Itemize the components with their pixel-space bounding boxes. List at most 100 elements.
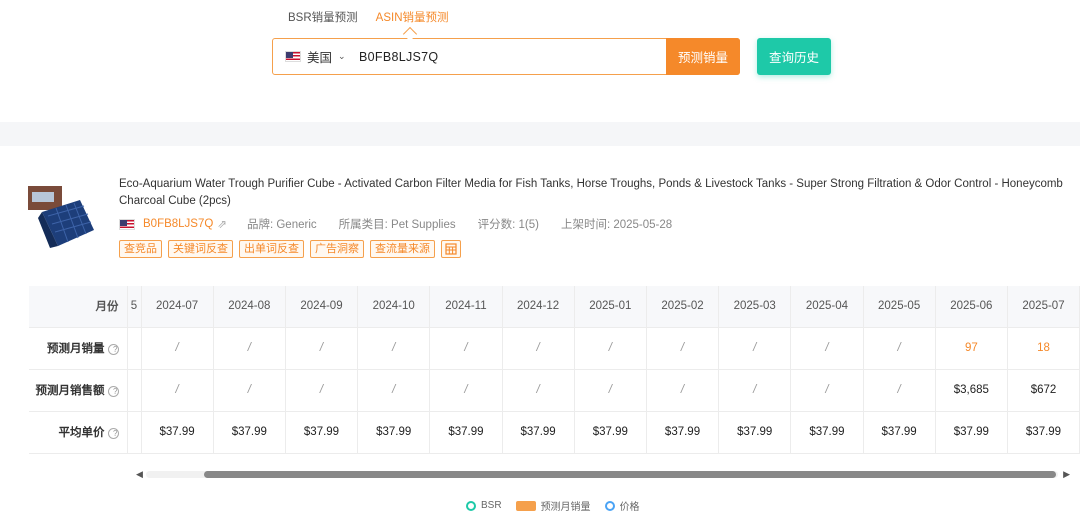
- hidden-column-edge: [127, 369, 142, 412]
- month-cell: 2024-10: [357, 286, 431, 328]
- month-cell: 2024-12: [502, 286, 575, 328]
- table-cell: /: [429, 327, 503, 370]
- tag-ad-insight[interactable]: 广告洞察: [310, 240, 364, 258]
- row-label-monthly-revenue: 预测月销售额?: [29, 369, 128, 412]
- table-cell: $37.99: [863, 411, 936, 454]
- us-flag-icon: [285, 51, 301, 62]
- horizontal-scrollbar[interactable]: ◀ ▶: [132, 467, 1072, 481]
- help-icon[interactable]: ?: [107, 344, 119, 355]
- month-cell: 2025-01: [574, 286, 647, 328]
- table-header-row: 月份 5 2024-07 2024-08 2024-09 2024-10 202…: [29, 286, 1080, 328]
- asin-link[interactable]: B0FB8LJS7Q: [143, 218, 213, 230]
- table-cell: /: [357, 369, 431, 412]
- month-cell: 2025-06: [935, 286, 1009, 328]
- month-cell: 2025-05: [863, 286, 936, 328]
- listed-date-text: 上架时间: 2025-05-28: [560, 219, 673, 231]
- chevron-down-icon: ⌄: [338, 51, 346, 61]
- table-cell: $37.99: [718, 411, 792, 454]
- month-cell: 2025-03: [718, 286, 792, 328]
- table-cell: $37.99: [790, 411, 864, 454]
- action-tags: 查竞品 关键词反查 出单词反查 广告洞察 查流量来源: [119, 240, 461, 258]
- month-cell: 2025-04: [790, 286, 864, 328]
- tag-traffic-source[interactable]: 查流量来源: [370, 240, 435, 258]
- category-text: 所属类目: Pet Supplies: [338, 219, 456, 231]
- product-thumbnail[interactable]: [28, 186, 96, 252]
- help-icon[interactable]: ?: [107, 428, 119, 439]
- table-cell: $37.99: [646, 411, 720, 454]
- query-history-button[interactable]: 查询历史: [757, 38, 831, 75]
- hidden-column-edge: 5: [127, 286, 142, 328]
- table-cell: /: [502, 327, 575, 370]
- table-cell: /: [863, 327, 936, 370]
- table-cell: /: [863, 369, 936, 412]
- table-row: 平均单价? $37.99 $37.99 $37.99 $37.99 $37.99…: [29, 411, 1080, 454]
- country-label: 美国: [307, 51, 333, 65]
- tag-order-word-reverse[interactable]: 出单词反查: [239, 240, 304, 258]
- forecast-table: 月份 5 2024-07 2024-08 2024-09 2024-10 202…: [29, 286, 1080, 454]
- table-cell: $3,685: [935, 369, 1009, 412]
- table-cell: /: [213, 327, 286, 370]
- table-cell: /: [285, 369, 359, 412]
- month-cell: 2024-08: [213, 286, 286, 328]
- table-cell: /: [141, 369, 214, 412]
- table-cell: $37.99: [429, 411, 503, 454]
- table-cell: $37.99: [141, 411, 214, 454]
- month-cell: 2025-07: [1007, 286, 1080, 328]
- table-cell: $37.99: [285, 411, 359, 454]
- month-cell: 2024-11: [429, 286, 503, 328]
- table-cell: /: [790, 327, 864, 370]
- table-cell: /: [718, 369, 792, 412]
- table-cell: $672: [1007, 369, 1080, 412]
- product-title[interactable]: Eco-Aquarium Water Trough Purifier Cube …: [119, 176, 1069, 210]
- table-cell: /: [790, 369, 864, 412]
- scrollbar-thumb[interactable]: [204, 471, 1056, 478]
- rating-text: 评分数: 1(5): [477, 219, 539, 231]
- table-row: 预测月销量? / / / / / / / / / / / 97 18: [29, 327, 1080, 370]
- table-cell: /: [646, 327, 720, 370]
- table-cell: 97: [935, 327, 1009, 370]
- table-cell: /: [502, 369, 575, 412]
- month-cell: 2024-07: [141, 286, 214, 328]
- mode-tabs: BSR销量预测 ASIN销量预测: [288, 9, 449, 25]
- asin-input[interactable]: [359, 41, 659, 72]
- table-cell: $37.99: [574, 411, 647, 454]
- hidden-column-edge: [127, 411, 142, 454]
- table-cell: /: [141, 327, 214, 370]
- table-cell: $37.99: [935, 411, 1009, 454]
- table-cell: /: [574, 327, 647, 370]
- row-label-avg-price: 平均单价?: [29, 411, 128, 454]
- month-cell: 2024-09: [285, 286, 359, 328]
- search-box: 美国 ⌄ 预测销量: [272, 38, 740, 75]
- predict-sales-button[interactable]: 预测销量: [666, 38, 740, 75]
- scroll-right-arrow-icon[interactable]: ▶: [1063, 469, 1070, 480]
- table-cell: $37.99: [213, 411, 286, 454]
- table-cell: $37.99: [1007, 411, 1080, 454]
- table-cell: /: [718, 327, 792, 370]
- tag-keyword-reverse[interactable]: 关键词反查: [168, 240, 233, 258]
- brand-text: 品牌: Generic: [246, 219, 317, 231]
- table-cell: $37.99: [357, 411, 431, 454]
- month-header: 月份: [29, 286, 128, 328]
- row-label-monthly-sales: 预测月销量?: [29, 327, 128, 370]
- us-flag-icon: [119, 218, 135, 230]
- table-row: 预测月销售额? / / / / / / / / / / / $3,685 $67…: [29, 369, 1080, 412]
- tag-competitors[interactable]: 查竞品: [119, 240, 162, 258]
- table-cell: 18: [1007, 327, 1080, 370]
- table-cell: /: [574, 369, 647, 412]
- month-cell: 2025-02: [646, 286, 720, 328]
- calculator-icon[interactable]: [441, 240, 461, 258]
- country-select[interactable]: 美国 ⌄: [273, 47, 359, 66]
- product-meta: B0FB8LJS7Q ⇗ 品牌: Generic 所属类目: Pet Suppl…: [119, 216, 694, 232]
- table-cell: /: [429, 369, 503, 412]
- help-icon[interactable]: ?: [107, 386, 119, 397]
- table-cell: /: [646, 369, 720, 412]
- external-link-icon[interactable]: ⇗: [217, 217, 227, 231]
- table-cell: $37.99: [502, 411, 575, 454]
- scroll-left-arrow-icon[interactable]: ◀: [136, 469, 143, 480]
- tab-asin-forecast[interactable]: ASIN销量预测: [376, 9, 449, 25]
- section-divider: [0, 122, 1080, 146]
- table-cell: /: [357, 327, 431, 370]
- table-cell: /: [285, 327, 359, 370]
- table-cell: /: [213, 369, 286, 412]
- tab-bsr-forecast[interactable]: BSR销量预测: [288, 9, 358, 25]
